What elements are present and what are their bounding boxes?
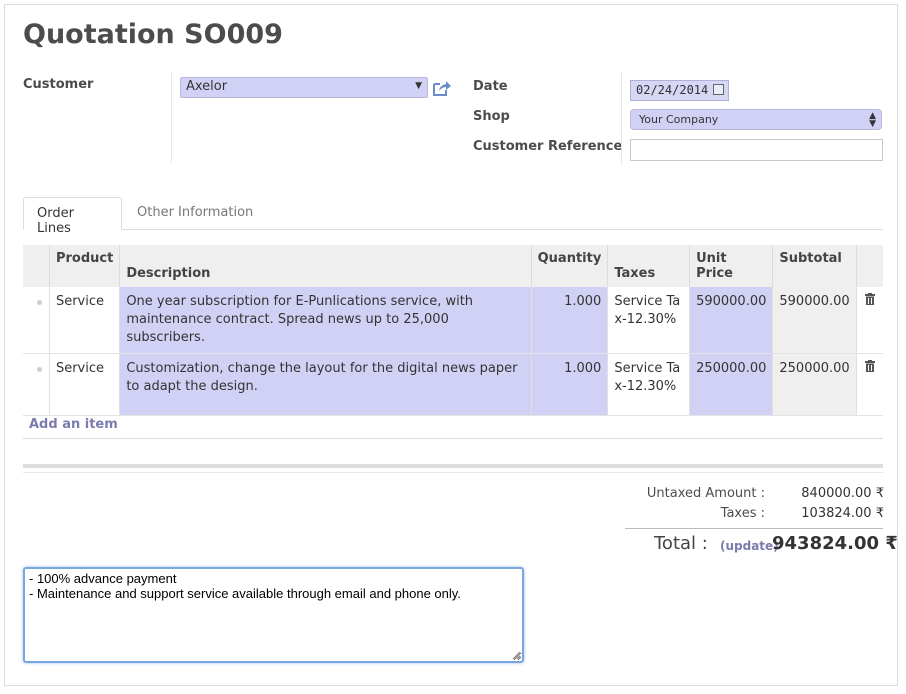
terms-notes-textarea[interactable]: - 100% advance payment - Maintenance and… — [23, 567, 524, 663]
customer-select[interactable]: Axelor ▼ — [180, 77, 428, 98]
total-label: Total : — [654, 533, 708, 554]
delete-cell[interactable] — [856, 353, 883, 416]
shop-label: Shop — [473, 109, 510, 124]
taxes-cell[interactable]: Service Tax-12.30% — [607, 353, 691, 416]
quantity-header[interactable]: Quantity — [531, 245, 609, 287]
customer-value: Axelor — [186, 79, 228, 94]
external-link-icon[interactable] — [432, 79, 452, 97]
add-item-link[interactable]: Add an item — [29, 417, 118, 432]
product-cell[interactable]: Service — [49, 287, 121, 354]
total-value: 943824.00 ₹ — [772, 533, 898, 554]
taxes-value: 103824.00 ₹ — [801, 506, 884, 521]
untaxed-amount-value: 840000.00 ₹ — [801, 486, 884, 501]
unit-price-cell[interactable]: 250000.00 — [689, 353, 774, 416]
description-cell[interactable]: Customization, change the layout for the… — [119, 353, 532, 416]
date-label: Date — [473, 79, 508, 94]
divider — [171, 73, 172, 163]
date-value: 02/24/2014 — [636, 83, 709, 97]
drag-handle-icon[interactable] — [37, 300, 42, 305]
handle-header — [23, 245, 50, 287]
calendar-icon[interactable] — [713, 84, 724, 95]
actions-header — [856, 245, 883, 287]
order-lines-table: Product Description Quantity Taxes Unit … — [23, 245, 883, 416]
shop-value: Your Company — [639, 113, 719, 126]
tab-other-information[interactable]: Other Information — [124, 197, 266, 230]
description-header[interactable]: Description — [119, 245, 532, 287]
tab-order-lines[interactable]: Order Lines — [23, 197, 122, 236]
trash-icon[interactable] — [864, 360, 875, 372]
divider — [23, 464, 883, 468]
quantity-cell[interactable]: 1.000 — [531, 353, 609, 416]
product-header[interactable]: Product — [49, 245, 121, 287]
divider — [625, 528, 883, 529]
taxes-cell[interactable]: Service Tax-12.30% — [607, 287, 691, 354]
divider — [621, 73, 622, 165]
customer-label: Customer — [23, 77, 94, 92]
update-link[interactable]: (update) — [720, 539, 779, 553]
description-cell[interactable]: One year subscription for E-Punlications… — [119, 287, 532, 354]
table-row[interactable]: Service One year subscription for E-Punl… — [23, 287, 883, 354]
date-input[interactable]: 02/24/2014 — [630, 80, 729, 101]
page-title: Quotation SO009 — [23, 19, 283, 50]
divider — [23, 472, 883, 473]
customer-reference-input[interactable] — [630, 139, 883, 161]
shop-select[interactable]: Your Company ▲ ▼ — [630, 109, 882, 130]
select-arrows-icon: ▲ ▼ — [869, 111, 876, 129]
subtotal-cell: 250000.00 — [772, 353, 857, 416]
subtotal-cell: 590000.00 — [772, 287, 857, 354]
unit-price-cell[interactable]: 590000.00 — [689, 287, 774, 354]
subtotal-header[interactable]: Subtotal — [772, 245, 857, 287]
trash-icon[interactable] — [864, 293, 875, 305]
taxes-header[interactable]: Taxes — [607, 245, 691, 287]
taxes-label: Taxes : — [720, 506, 765, 521]
drag-handle-icon[interactable] — [37, 367, 42, 372]
drag-handle[interactable] — [23, 353, 50, 416]
resize-grip-icon[interactable] — [512, 651, 521, 660]
customer-reference-label: Customer Reference — [473, 139, 623, 154]
chevron-down-icon: ▼ — [415, 81, 422, 91]
table-header-row: Product Description Quantity Taxes Unit … — [23, 245, 883, 287]
quantity-cell[interactable]: 1.000 — [531, 287, 609, 354]
product-cell[interactable]: Service — [49, 353, 121, 416]
delete-cell[interactable] — [856, 287, 883, 354]
drag-handle[interactable] — [23, 287, 50, 354]
divider — [23, 438, 883, 439]
unit-price-header[interactable]: Unit Price — [689, 245, 774, 287]
untaxed-amount-label: Untaxed Amount : — [646, 486, 765, 501]
table-row[interactable]: Service Customization, change the layout… — [23, 353, 883, 416]
